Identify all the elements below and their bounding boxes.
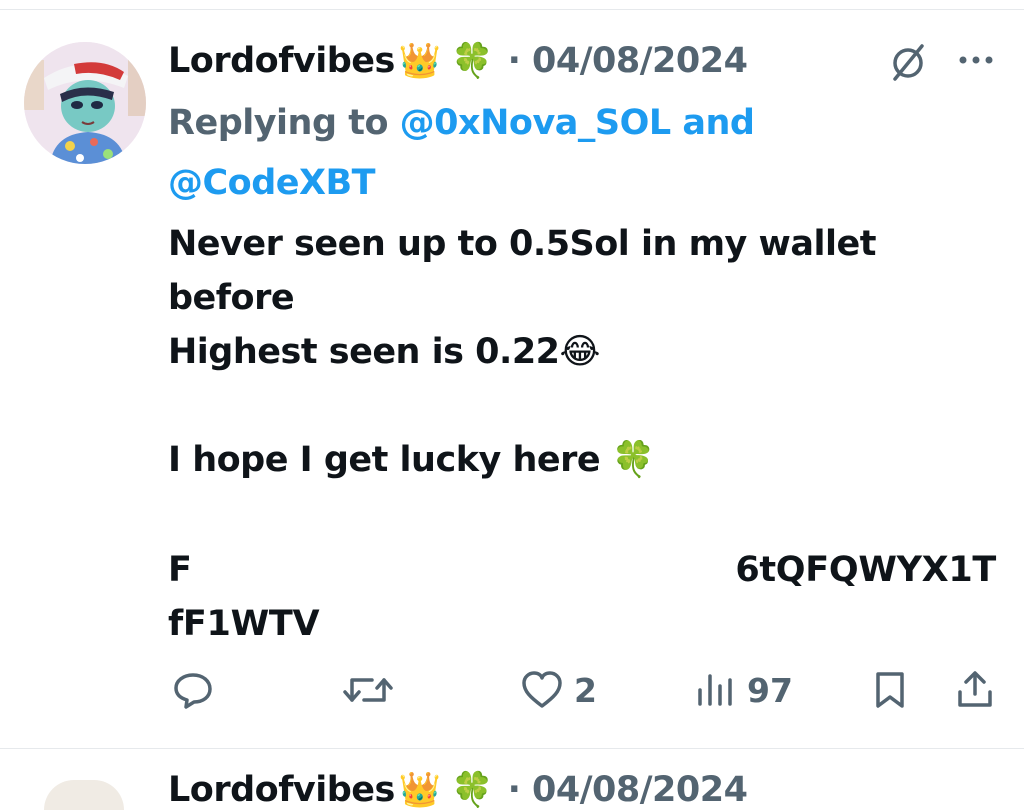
views-icon: [698, 674, 732, 706]
tweet-date[interactable]: · 04/08/2024: [508, 41, 748, 81]
retweet-icon: [343, 678, 393, 702]
like-button[interactable]: 2: [520, 660, 597, 720]
reply-button[interactable]: [172, 660, 224, 720]
replying-to: Replying to @0xNova_SOL and @CodeXBT: [168, 93, 988, 213]
wallet-address: F 6tQFQWYX1T fF1WTV: [168, 543, 1008, 651]
wallet-line: fF1WTV: [168, 597, 1008, 651]
reply-icon: [174, 673, 212, 709]
tweet-date[interactable]: · 04/08/2024: [508, 770, 748, 810]
clover-emoji: 🍀: [451, 770, 494, 810]
more-icon[interactable]: [956, 52, 996, 66]
tweet-text-line: before: [168, 278, 295, 318]
tweet-header: Lordofvibes 👑 🍀 · 04/08/2024: [168, 36, 748, 86]
avatar[interactable]: [44, 780, 124, 810]
tweet-text: Never seen up to 0.5Sol in my wallet bef…: [168, 217, 1008, 487]
like-icon: [522, 671, 562, 708]
share-icon: [958, 671, 992, 707]
action-bar: 2 97: [0, 660, 1024, 720]
tweet-text-line: Highest seen is 0.22😂: [168, 332, 600, 372]
display-name[interactable]: Lordofvibes: [168, 770, 395, 810]
replying-to-conjunction[interactable]: and: [671, 103, 755, 143]
share-button[interactable]: [955, 660, 995, 720]
bookmark-icon: [876, 672, 904, 708]
avatar[interactable]: [24, 42, 146, 164]
top-divider: [0, 0, 1024, 10]
display-name[interactable]: Lordofvibes: [168, 41, 395, 81]
replying-to-prefix: Replying to: [168, 103, 400, 143]
clover-emoji: 🍀: [451, 41, 494, 81]
tweet-text-line: I hope I get lucky here 🍀: [168, 440, 655, 480]
tweet-divider: [0, 748, 1024, 749]
wallet-fragment: 6tQFQWYX1T: [735, 550, 996, 590]
wallet-fragment: fF1WTV: [168, 604, 320, 644]
tweet-text-line: Never seen up to 0.5Sol in my wallet: [168, 224, 876, 264]
mention-link[interactable]: @0xNova_SOL: [400, 103, 671, 143]
views-count: 97: [747, 670, 793, 710]
wallet-line: F 6tQFQWYX1T: [168, 543, 1008, 597]
mention-link[interactable]: @CodeXBT: [168, 163, 376, 203]
retweet-button[interactable]: [342, 660, 404, 720]
like-count: 2: [574, 670, 597, 710]
grok-icon[interactable]: [886, 42, 930, 82]
tweet-header: Lordofvibes 👑 🍀 · 04/08/2024: [168, 770, 747, 810]
crown-emoji: 👑: [398, 41, 442, 81]
views-button[interactable]: 97: [695, 660, 793, 720]
wallet-fragment: F: [168, 550, 192, 590]
crown-emoji: 👑: [398, 770, 442, 810]
bookmark-button[interactable]: [870, 660, 910, 720]
